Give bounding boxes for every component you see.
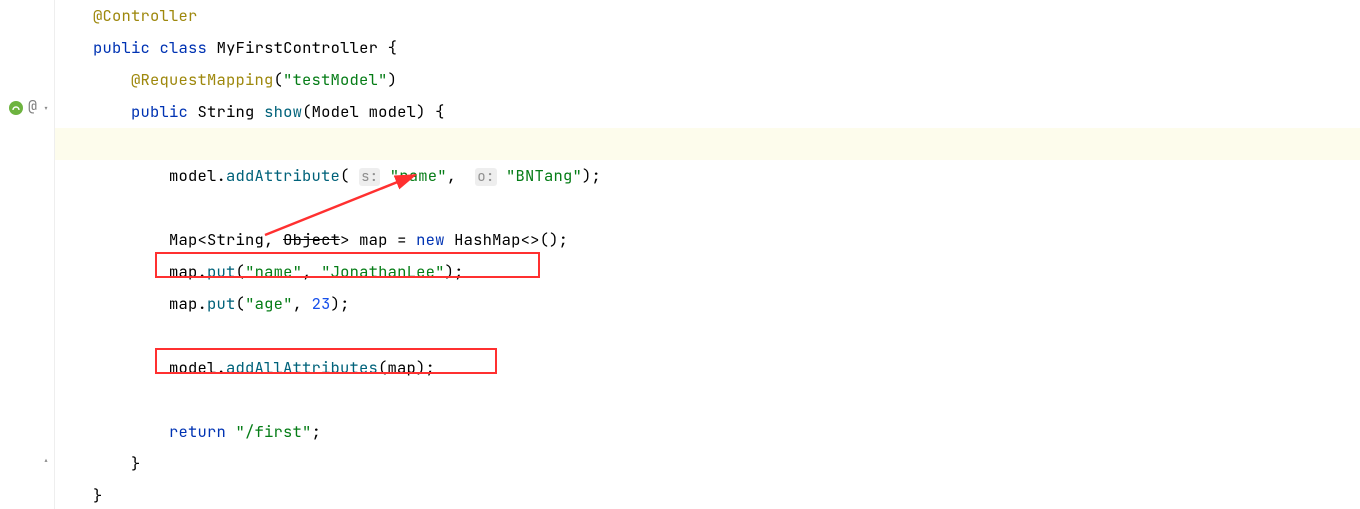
brace: {: [378, 37, 397, 58]
number: 23: [312, 293, 331, 314]
paren: (: [236, 293, 246, 314]
method-call: put: [207, 293, 236, 314]
string: "JonathanLee": [321, 261, 445, 282]
code-line[interactable]: return "/first";: [55, 416, 1360, 448]
editor-gutter: @ ▾ ▴: [0, 0, 55, 509]
space: [226, 421, 236, 442]
identifier: model.: [169, 357, 226, 378]
keyword: public: [93, 37, 150, 58]
keyword: return: [169, 421, 226, 442]
code-line[interactable]: [55, 384, 1360, 416]
code-line[interactable]: [55, 192, 1360, 224]
annotation: @Controller: [93, 5, 198, 26]
type: Map<: [169, 229, 207, 250]
keyword: class: [160, 37, 208, 58]
keyword: public: [131, 101, 188, 122]
type-deprecated: Object: [283, 229, 340, 250]
code-line[interactable]: [55, 320, 1360, 352]
code-line[interactable]: map.put("name", "JonathanLee");: [55, 256, 1360, 288]
string: "testModel": [283, 69, 388, 90]
request-mapping-gutter-icon[interactable]: @: [28, 96, 37, 116]
code-line[interactable]: @RequestMapping("testModel"): [55, 64, 1360, 96]
method-call: addAllAttributes: [226, 357, 378, 378]
comma: ,: [293, 293, 312, 314]
fold-chevron-icon[interactable]: ▴: [43, 454, 49, 467]
code-line[interactable]: public String show(Model model) {: [55, 96, 1360, 128]
code-line[interactable]: model.addAttribute( s: "name", o: "BNTan…: [55, 160, 1360, 192]
string: "name": [245, 261, 302, 282]
string: "BNTang": [497, 165, 583, 186]
paren: (map);: [378, 357, 435, 378]
identifier: map.: [169, 261, 207, 282]
class-name: MyFirstController: [217, 37, 379, 58]
method-call: addAttribute: [226, 165, 340, 186]
string: "/first": [236, 421, 312, 442]
text: HashMap<>();: [445, 229, 569, 250]
comma: ,: [264, 229, 283, 250]
code-line[interactable]: }: [55, 480, 1360, 509]
parameter-hint: s:: [359, 168, 380, 186]
paren: ) {: [416, 101, 445, 122]
parameter-hint: o:: [475, 168, 496, 186]
code-line[interactable]: model.addAllAttributes(map);: [55, 352, 1360, 384]
paren: ): [388, 69, 398, 90]
type: String: [207, 229, 264, 250]
keyword: new: [416, 229, 445, 250]
param-type: Model: [312, 101, 360, 122]
method-name: show: [264, 101, 302, 122]
code-line[interactable]: }: [55, 448, 1360, 480]
brace: }: [93, 485, 103, 506]
code-line[interactable]: Map<String, Object> map = new HashMap<>(…: [55, 224, 1360, 256]
paren: );: [582, 165, 601, 186]
comma: ,: [302, 261, 321, 282]
paren: (: [302, 101, 312, 122]
text: > map =: [340, 229, 416, 250]
code-line[interactable]: [55, 128, 1360, 160]
identifier: model.: [169, 165, 226, 186]
method-call: put: [207, 261, 236, 282]
code-line[interactable]: public class MyFirstController {: [55, 32, 1360, 64]
code-line[interactable]: @Controller: [55, 0, 1360, 32]
annotation: @RequestMapping: [131, 69, 274, 90]
string: "age": [245, 293, 293, 314]
paren: (: [340, 165, 359, 186]
paren: );: [331, 293, 350, 314]
code-line[interactable]: map.put("age", 23);: [55, 288, 1360, 320]
code-area[interactable]: @Controller public class MyFirstControll…: [55, 0, 1360, 509]
spring-bean-icon[interactable]: [8, 100, 24, 121]
param-name: model: [359, 101, 416, 122]
brace: }: [131, 453, 141, 474]
code-editor[interactable]: @ ▾ ▴ @Controller public class MyFirstCo…: [0, 0, 1360, 509]
comma: ,: [447, 165, 476, 186]
semicolon: ;: [312, 421, 322, 442]
paren: );: [445, 261, 464, 282]
identifier: map.: [169, 293, 207, 314]
paren: (: [236, 261, 246, 282]
string: "name": [380, 165, 447, 186]
paren: (: [274, 69, 284, 90]
return-type: String: [198, 101, 255, 122]
fold-chevron-icon[interactable]: ▾: [43, 102, 49, 115]
